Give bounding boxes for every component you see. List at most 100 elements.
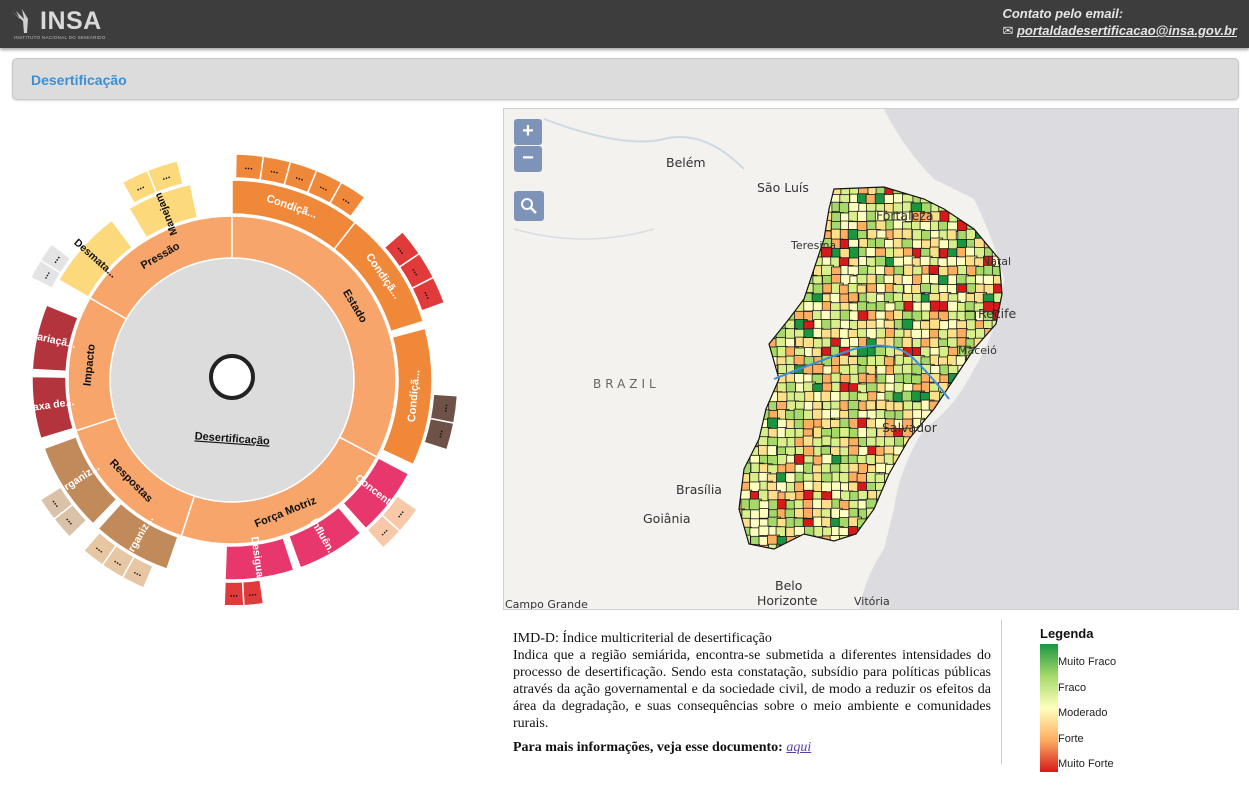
municipality[interactable] bbox=[983, 410, 995, 422]
municipality[interactable] bbox=[993, 228, 1005, 243]
municipality[interactable] bbox=[983, 392, 998, 404]
municipality[interactable] bbox=[947, 534, 960, 547]
municipality[interactable] bbox=[982, 210, 996, 224]
municipality[interactable] bbox=[929, 463, 941, 478]
municipality[interactable] bbox=[830, 318, 841, 329]
municipality[interactable] bbox=[1003, 337, 1012, 346]
municipality[interactable] bbox=[964, 454, 977, 466]
municipality[interactable] bbox=[956, 445, 969, 457]
municipality[interactable] bbox=[964, 482, 978, 494]
municipality[interactable] bbox=[992, 499, 1004, 513]
municipality[interactable] bbox=[892, 500, 906, 514]
municipality[interactable] bbox=[839, 248, 851, 259]
municipality[interactable] bbox=[1003, 220, 1014, 231]
municipality[interactable] bbox=[974, 392, 985, 405]
municipality[interactable] bbox=[902, 472, 913, 486]
municipality[interactable] bbox=[983, 373, 997, 388]
municipality[interactable] bbox=[1000, 184, 1011, 195]
municipality[interactable] bbox=[984, 401, 998, 412]
municipality[interactable] bbox=[982, 454, 994, 468]
municipality[interactable] bbox=[966, 543, 979, 557]
municipality[interactable] bbox=[785, 462, 797, 473]
municipality[interactable] bbox=[974, 543, 988, 555]
municipality[interactable] bbox=[965, 525, 976, 538]
municipality[interactable] bbox=[802, 435, 814, 447]
zoom-out-button[interactable]: − bbox=[514, 146, 542, 172]
municipality[interactable] bbox=[829, 408, 842, 419]
municipality[interactable] bbox=[965, 534, 980, 548]
municipality[interactable] bbox=[894, 544, 908, 557]
contact-email-link[interactable]: portaldadesertificacao@insa.gov.br bbox=[1017, 23, 1237, 38]
municipality[interactable] bbox=[1000, 480, 1013, 493]
municipality[interactable] bbox=[982, 544, 997, 558]
municipality[interactable] bbox=[992, 373, 1003, 384]
municipality[interactable] bbox=[1000, 365, 1013, 377]
municipality[interactable] bbox=[993, 381, 1005, 395]
municipality[interactable] bbox=[939, 516, 951, 530]
municipality[interactable] bbox=[992, 534, 1003, 549]
municipality[interactable] bbox=[912, 463, 925, 475]
municipality[interactable] bbox=[993, 490, 1003, 501]
municipality[interactable] bbox=[956, 527, 967, 541]
municipality[interactable] bbox=[947, 472, 959, 485]
municipality[interactable] bbox=[991, 472, 1004, 484]
municipality[interactable] bbox=[921, 462, 935, 473]
municipality[interactable] bbox=[903, 526, 915, 539]
municipality[interactable] bbox=[939, 455, 951, 469]
municipality[interactable] bbox=[847, 229, 859, 241]
municipality[interactable] bbox=[993, 516, 1007, 528]
municipality[interactable] bbox=[946, 453, 958, 467]
municipality[interactable] bbox=[975, 534, 987, 547]
municipality[interactable] bbox=[883, 356, 895, 367]
municipality[interactable] bbox=[965, 471, 976, 484]
municipality[interactable] bbox=[955, 472, 970, 487]
municipality[interactable] bbox=[1001, 471, 1013, 485]
municipality[interactable] bbox=[993, 507, 1004, 522]
municipality[interactable] bbox=[992, 363, 1003, 374]
municipality[interactable] bbox=[911, 509, 926, 520]
municipality[interactable] bbox=[911, 500, 924, 512]
municipality[interactable] bbox=[1003, 436, 1015, 446]
municipality[interactable] bbox=[974, 507, 987, 520]
municipality[interactable] bbox=[965, 517, 980, 531]
municipality[interactable] bbox=[956, 517, 970, 531]
municipality[interactable] bbox=[957, 463, 971, 477]
municipality[interactable] bbox=[1003, 212, 1014, 224]
municipality[interactable] bbox=[957, 437, 971, 448]
municipality[interactable] bbox=[866, 283, 877, 294]
municipality[interactable] bbox=[966, 410, 978, 423]
municipality[interactable] bbox=[973, 437, 986, 451]
municipality[interactable] bbox=[973, 526, 987, 541]
municipality[interactable] bbox=[948, 463, 962, 478]
municipality[interactable] bbox=[938, 545, 951, 556]
municipality[interactable] bbox=[938, 418, 950, 429]
municipality[interactable] bbox=[983, 356, 995, 367]
municipality[interactable] bbox=[903, 247, 914, 258]
municipality[interactable] bbox=[793, 354, 806, 366]
municipality[interactable] bbox=[865, 454, 876, 465]
municipality[interactable] bbox=[893, 518, 906, 532]
municipality[interactable] bbox=[1003, 392, 1013, 403]
municipality[interactable] bbox=[983, 418, 997, 432]
municipality[interactable] bbox=[821, 435, 832, 446]
municipality[interactable] bbox=[1003, 491, 1013, 502]
municipality[interactable] bbox=[784, 428, 796, 439]
municipality[interactable] bbox=[902, 481, 914, 492]
municipality[interactable] bbox=[955, 427, 968, 440]
municipality[interactable] bbox=[974, 481, 988, 493]
municipality[interactable] bbox=[912, 535, 926, 548]
municipality[interactable] bbox=[912, 517, 923, 529]
municipality[interactable] bbox=[939, 536, 951, 550]
municipality[interactable] bbox=[983, 517, 996, 530]
municipality[interactable] bbox=[956, 481, 969, 493]
municipality[interactable] bbox=[902, 507, 915, 521]
municipality[interactable] bbox=[956, 328, 968, 339]
municipality[interactable] bbox=[948, 526, 961, 540]
municipality[interactable] bbox=[777, 418, 788, 429]
municipality[interactable] bbox=[974, 400, 987, 414]
municipality[interactable] bbox=[919, 544, 931, 555]
municipality[interactable] bbox=[938, 220, 949, 231]
municipality[interactable] bbox=[973, 363, 988, 377]
municipality[interactable] bbox=[948, 507, 960, 522]
municipality[interactable] bbox=[920, 490, 931, 504]
